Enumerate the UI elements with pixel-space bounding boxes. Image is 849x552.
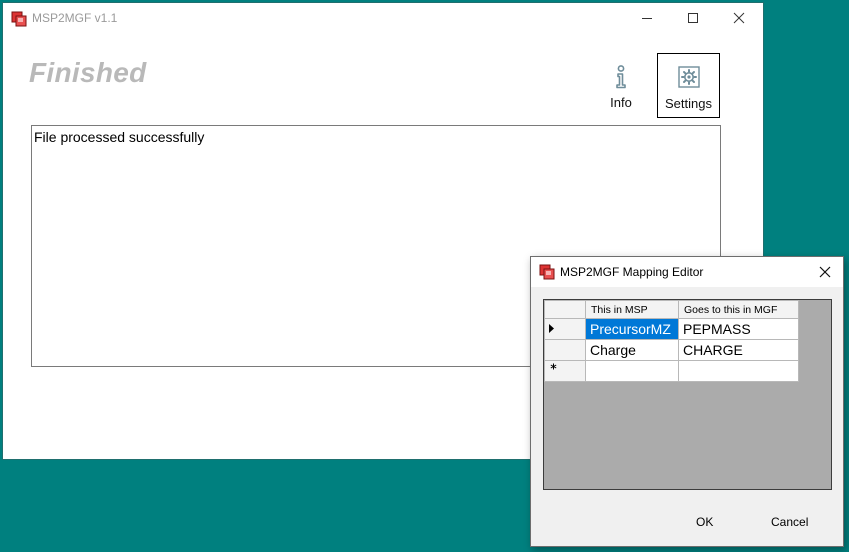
info-icon [616,65,626,89]
main-titlebar[interactable]: MSP2MGF v1.1 [3,3,763,33]
minimize-icon [642,18,652,19]
status-heading: Finished [29,57,147,88]
gear-icon [677,66,700,88]
cell-mgf-1[interactable]: PEPMASS [678,318,799,340]
row-header-1[interactable] [544,318,586,340]
ok-button[interactable]: OK [696,515,713,529]
settings-label: Settings [665,96,712,111]
log-text: File processed successfully [34,129,205,145]
cancel-button[interactable]: Cancel [771,515,808,529]
cell-msp-1[interactable]: PrecursorMZ [585,318,679,340]
maximize-button[interactable] [670,3,716,33]
column-header-msp[interactable]: This in MSP [585,300,679,319]
cell-msp-2[interactable]: Charge [585,339,679,361]
row-pointer-icon [549,324,554,333]
table-row[interactable]: PrecursorMZ PEPMASS [544,318,799,340]
dialog-close-button[interactable] [811,259,839,285]
dialog-title: MSP2MGF Mapping Editor [560,265,704,279]
settings-button[interactable]: Settings [657,53,720,118]
table-row[interactable]: Charge CHARGE [544,339,799,361]
minimize-button[interactable] [624,3,670,33]
close-icon [819,266,831,278]
info-button[interactable]: Info [600,53,642,118]
close-icon [733,12,745,24]
row-header-2[interactable] [544,339,586,361]
cell-mgf-2[interactable]: CHARGE [678,339,799,361]
close-button[interactable] [716,3,762,33]
grid-corner-cell[interactable] [544,300,586,319]
table-row-new[interactable] [544,360,799,382]
mapping-grid[interactable]: This in MSP Goes to this in MGF Precurso… [543,299,832,490]
info-label: Info [610,95,632,110]
app-icon [11,11,27,27]
row-header-new[interactable] [544,360,586,382]
dialog-titlebar[interactable]: MSP2MGF Mapping Editor [531,257,843,287]
column-header-mgf[interactable]: Goes to this in MGF [678,300,799,319]
window-title: MSP2MGF v1.1 [32,11,118,25]
mapping-editor-dialog: MSP2MGF Mapping Editor This in MSP Goes … [530,256,844,547]
dialog-app-icon [539,264,555,280]
cell-msp-new[interactable] [585,360,679,382]
new-row-asterisk-icon [550,363,557,370]
mapping-table: This in MSP Goes to this in MGF Precurso… [544,300,799,382]
cell-mgf-new[interactable] [678,360,799,382]
maximize-icon [688,13,698,23]
grid-header-row: This in MSP Goes to this in MGF [544,300,799,319]
